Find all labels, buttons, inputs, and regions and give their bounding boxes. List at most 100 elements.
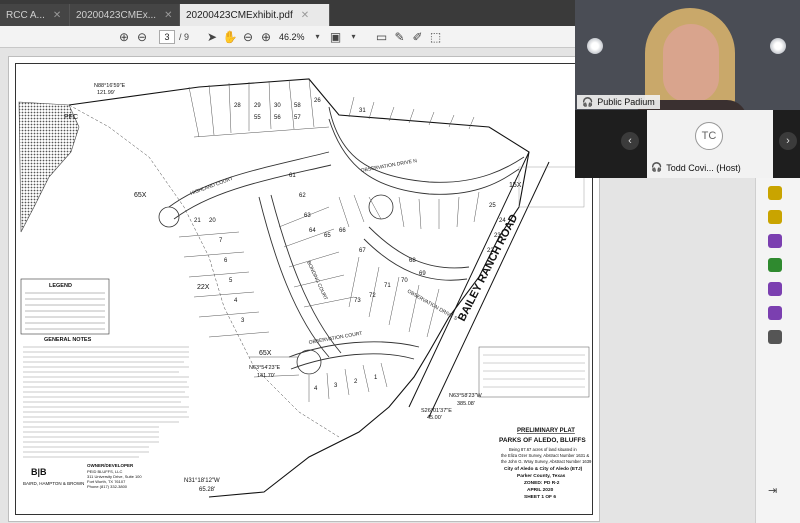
tab-label: RCC A... [6,9,45,21]
lot-number: 57 [294,115,301,121]
organize-pages-icon[interactable] [768,258,782,272]
tab-exhibit-1[interactable]: 20200423CMEx... ✕ [70,4,180,26]
video-feed [575,0,800,110]
pen-icon[interactable]: ✎ [391,28,409,46]
background-lamp [770,38,786,54]
lot-number: 20 [209,218,216,224]
block-label: 15X [509,182,522,189]
plat-page: BAILEY RANCH ROAD OBSERVATION DRIVE N HI… [8,56,600,522]
plat-county: Parker County, Texas [517,473,566,479]
lot-number: 1 [374,375,378,381]
zoom-level[interactable]: 46.2% [279,32,305,42]
protect-icon[interactable] [768,306,782,320]
block-label: 22X [197,284,210,291]
select-tool-icon[interactable]: ➤ [203,28,221,46]
lot-number: 61 [289,173,296,179]
firm-logo: B|B [31,467,47,477]
tab-rcc[interactable]: RCC A... ✕ [0,4,70,26]
lot-number: 70 [401,278,408,284]
comment-icon[interactable]: ▭ [373,28,391,46]
street-label: BAILEY RANCH ROAD [456,212,520,323]
lot-number: 6 [224,258,228,264]
lot-number: 63 [304,213,311,219]
bearing-distance: 121.99' [97,90,115,96]
page-number-input[interactable]: 3 [159,29,175,44]
street-label: BONDING COURT [305,260,328,301]
tab-label: 20200423CMExhibit.pdf [186,9,293,21]
plat-sheet: SHEET 1 OF 6 [524,494,556,500]
tab-strip: RCC A... ✕ 20200423CMEx... ✕ 20200423CME… [0,0,575,26]
lot-number: 21 [194,218,201,224]
lot-number: 73 [354,298,361,304]
tab-label: 20200423CMEx... [76,9,157,21]
plat-desc: Being 87.67 acres of land situated in [509,447,577,452]
pdf-toolbar: ⊕ ⊖ 3 / 9 ➤ ✋ ⊖ ⊕ 46.2% ▾ ▣ ▾ ▭ ✎ ✐ ⬚ [0,26,575,48]
street-label: HIGHLAND COURT [190,176,234,197]
street-label: OBSERVATION DRIVE S [406,289,459,323]
street-label: OBSERVATION COURT [308,331,363,346]
lot-number: 26 [314,98,321,104]
microphone-icon: 🎧 [651,162,663,172]
page-down-icon[interactable]: ⊖ [133,28,151,46]
close-icon[interactable]: ✕ [301,10,309,21]
participant-tile[interactable]: TC 🎧 Todd Covi... (Host) [647,110,773,178]
microphone-icon: 🎧 [582,96,594,107]
app-window: RCC A... ✕ 20200423CMEx... ✕ 20200423CME… [0,0,800,523]
lot-number: 30 [274,103,281,109]
close-icon[interactable]: ✕ [164,10,172,21]
zoom-in-icon[interactable]: ⊕ [257,28,275,46]
lot-number: 7 [219,238,223,244]
firm-name: BAIRD, HAMPTON & BROWN [23,481,84,486]
lot-number: 3 [241,318,245,324]
hand-tool-icon[interactable]: ✋ [221,28,239,46]
lot-number: 4 [234,298,238,304]
plat-prelim: PRELIMINARY PLAT [517,428,575,434]
lot-number: 55 [254,115,261,121]
more-tools-icon[interactable] [768,330,782,344]
lot-number: 24 [499,218,506,224]
bearing-label: N63°58'23"W [449,393,483,399]
page-up-icon[interactable]: ⊕ [115,28,133,46]
block-label: 65X [259,350,272,357]
lot-number: 62 [299,193,306,199]
lot-number: 22 [487,248,494,254]
legend-title: LEGEND [49,283,72,289]
bearing-label: S26°01'37"E [421,408,452,414]
owner-line: Phone (817) 332-3800 [87,484,128,489]
bearing-label: N63°54'23"E [249,365,281,371]
speaker-name: Public Padium [597,97,655,107]
block-label: PFC [64,114,78,121]
chevron-right-icon[interactable]: › [779,132,797,150]
stamp-icon[interactable]: ⬚ [427,28,445,46]
lot-number: 4 [314,386,318,392]
highlight-icon[interactable]: ✐ [409,28,427,46]
notes-title: GENERAL NOTES [44,337,92,343]
bearing-distance: 45.00' [427,415,442,421]
lot-number: 68 [409,258,416,264]
chevron-left-icon[interactable]: ‹ [621,132,639,150]
fit-page-icon[interactable]: ▣ [327,28,345,46]
create-pdf-icon[interactable] [768,210,782,224]
fill-sign-icon[interactable] [768,282,782,296]
lot-number: 56 [274,115,281,121]
close-icon[interactable]: ✕ [53,10,61,21]
background-lamp [587,38,603,54]
lot-number: 25 [489,203,496,209]
page-total: / 9 [179,31,190,42]
participant-gallery: ‹ TC 🎧 Todd Covi... (Host) › [575,110,800,178]
lot-number: 23 [494,233,501,239]
owner-title: OWNER/DEVELOPER [87,463,134,468]
lot-number: 2 [354,379,358,385]
plat-drawing: BAILEY RANCH ROAD OBSERVATION DRIVE N HI… [18,78,592,500]
zoom-out-icon[interactable]: ⊖ [239,28,257,46]
speaker-name-tag: 🎧 Public Padium [577,95,660,109]
participant-name: Todd Covi... (Host) [666,162,741,173]
chevron-down-icon[interactable]: ▾ [345,28,363,46]
chevron-down-icon[interactable]: ▾ [309,28,327,46]
tab-exhibit-active[interactable]: 20200423CMExhibit.pdf ✕ [180,4,330,26]
collapse-panel-icon[interactable]: ⇥ [768,484,777,497]
participant-label-row: 🎧 Todd Covi... (Host) [651,162,741,173]
lot-number: 71 [384,283,391,289]
comment-tool-icon[interactable] [768,234,782,248]
export-pdf-icon[interactable] [768,186,782,200]
